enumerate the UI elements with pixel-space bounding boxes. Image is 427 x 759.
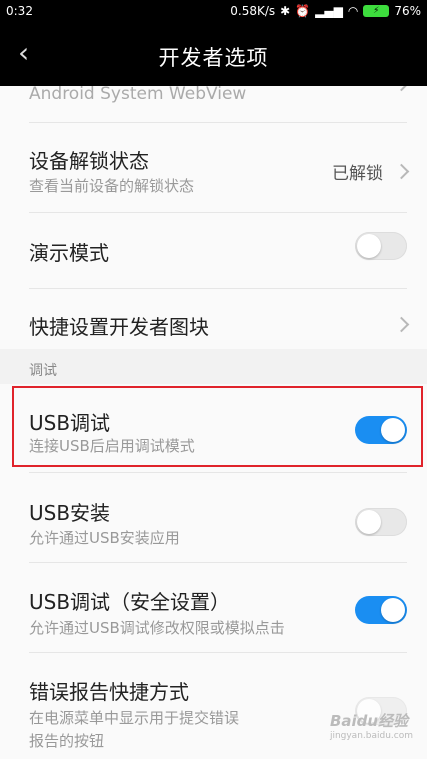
row-unlock-subtitle: 查看当前设备的解锁状态 — [29, 177, 195, 195]
row-quick-tiles[interactable]: 快捷设置开发者图块 — [0, 289, 427, 349]
battery-icon: ⚡ — [363, 5, 390, 17]
section-header-debug: 调试 — [0, 349, 427, 384]
chevron-right-icon — [393, 316, 410, 333]
row-webview-title: Android System WebView — [29, 86, 247, 104]
watermark-sub: jingyan.baidu.com — [329, 731, 413, 741]
watermark-text: Baidu经验 — [329, 712, 409, 730]
status-time: 0:32 — [6, 4, 33, 18]
row-usb-debug-secure[interactable]: USB调试（安全设置） 允许通过USB调试修改权限或模拟点击 — [0, 563, 427, 652]
status-icons: 0.58K/s ✱ ⏰ ▂▄▆ ◠ ⚡ 76% — [230, 4, 421, 18]
status-bar: 0:32 0.58K/s ✱ ⏰ ▂▄▆ ◠ ⚡ 76% — [0, 0, 427, 24]
row-usb-debug-secure-subtitle: 允许通过USB调试修改权限或模拟点击 — [29, 619, 285, 637]
app-header: ‹ 开发者选项 — [0, 24, 427, 86]
watermark: Baidu经验 jingyan.baidu.com — [330, 710, 413, 741]
usb-debug-secure-toggle[interactable] — [355, 596, 407, 624]
row-unlock-title: 设备解锁状态 — [29, 149, 149, 173]
highlight-box — [12, 386, 423, 467]
row-bug-report-subtitle-2: 报告的按钮 — [29, 732, 105, 750]
section-label: 调试 — [29, 363, 57, 379]
row-bug-report-title: 错误报告快捷方式 — [29, 680, 189, 704]
row-usb-debug-secure-title: USB调试（安全设置） — [29, 590, 231, 614]
toggle-knob — [381, 598, 405, 622]
usb-install-toggle[interactable] — [355, 508, 407, 536]
row-webview[interactable]: Android System WebView — [0, 86, 427, 114]
row-demo-mode[interactable]: 演示模式 — [0, 213, 427, 288]
bluetooth-icon: ✱ — [280, 4, 291, 18]
toggle-knob — [357, 234, 381, 258]
row-quick-tiles-title: 快捷设置开发者图块 — [29, 315, 209, 339]
page-title: 开发者选项 — [158, 46, 269, 70]
settings-list[interactable]: Android System WebView 设备解锁状态 查看当前设备的解锁状… — [0, 86, 427, 759]
chevron-right-icon — [393, 163, 410, 180]
unlock-status-value: 已解锁 — [332, 164, 383, 184]
row-demo-title: 演示模式 — [29, 241, 109, 265]
toggle-knob — [357, 510, 381, 534]
row-bug-report-subtitle-1: 在电源菜单中显示用于提交错误 — [29, 709, 240, 727]
chevron-right-icon — [393, 86, 410, 92]
row-unlock-status[interactable]: 设备解锁状态 查看当前设备的解锁状态 已解锁 — [0, 123, 427, 212]
battery-level: 76% — [394, 4, 421, 18]
row-usb-install[interactable]: USB安装 允许通过USB安装应用 — [0, 473, 427, 562]
wifi-icon: ◠ — [347, 4, 359, 18]
alarm-off-icon: ⏰ — [295, 4, 311, 18]
network-speed: 0.58K/s — [230, 4, 276, 18]
signal-icon: ▂▄▆ — [315, 4, 343, 18]
row-usb-install-subtitle: 允许通过USB安装应用 — [29, 529, 180, 547]
demo-mode-toggle[interactable] — [355, 232, 407, 260]
row-bug-report[interactable]: 错误报告快捷方式 在电源菜单中显示用于提交错误 报告的按钮 — [0, 653, 427, 759]
row-usb-install-title: USB安装 — [29, 501, 111, 525]
